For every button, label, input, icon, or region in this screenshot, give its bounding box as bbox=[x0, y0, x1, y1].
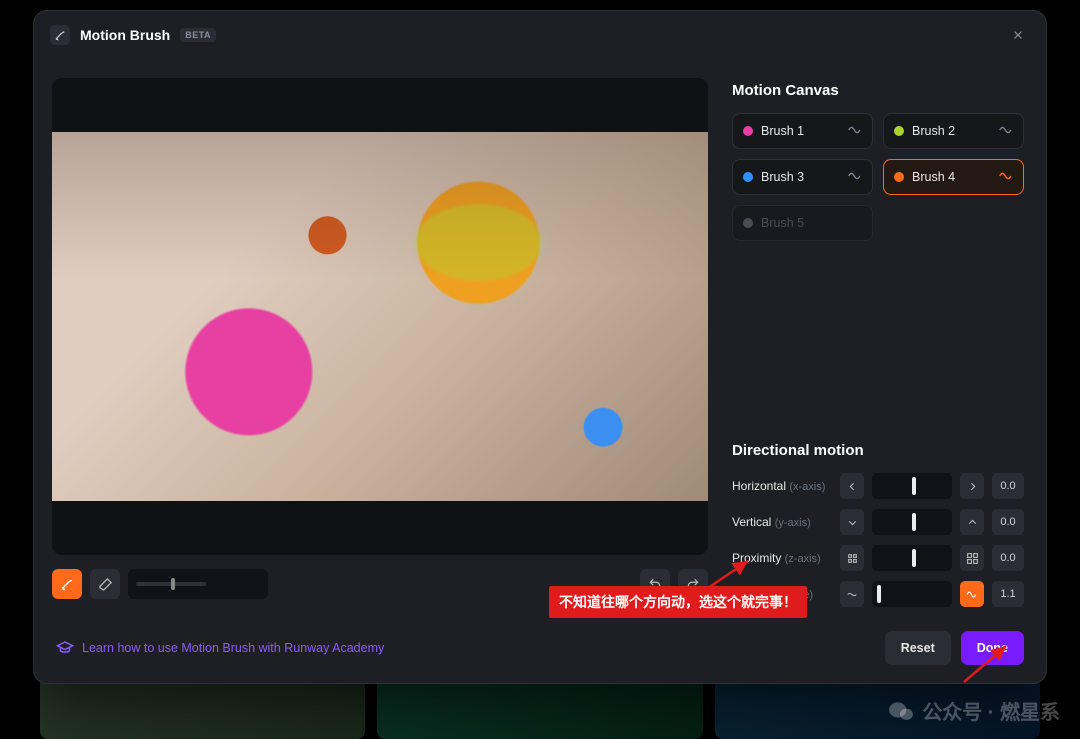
arrow-left-icon[interactable] bbox=[840, 473, 864, 499]
close-button[interactable] bbox=[1006, 23, 1030, 47]
dir-value: 1.1 bbox=[992, 581, 1024, 607]
brush-label: Brush 5 bbox=[761, 216, 804, 230]
dir-row-vertical: Vertical (y-axis) 0.0 bbox=[732, 509, 1024, 535]
wechat-icon bbox=[888, 700, 914, 722]
motion-canvas-title: Motion Canvas bbox=[732, 82, 1024, 99]
watermark-text: 公众号 · 燃星系 bbox=[922, 696, 1060, 725]
arrow-right-icon[interactable] bbox=[960, 473, 984, 499]
annotation-arrow-ambient bbox=[700, 555, 760, 595]
motion-brush-dialog: Motion Brush BETA bbox=[33, 10, 1047, 684]
brush-3-button[interactable]: Brush 3 bbox=[732, 159, 873, 195]
canvas-panel bbox=[34, 60, 726, 617]
watermark: 公众号 · 燃星系 bbox=[888, 696, 1060, 725]
dir-slider[interactable] bbox=[872, 581, 952, 607]
brush-size-slider[interactable] bbox=[128, 569, 268, 599]
dir-value: 0.0 bbox=[992, 545, 1024, 571]
dir-row-horizontal: Horizontal (x-axis) 0.0 bbox=[732, 473, 1024, 499]
annotation-callout: 不知道往哪个方向动，选这个就完事！ bbox=[549, 586, 807, 618]
dir-row-proximity: Proximity (z-axis)0.0 bbox=[732, 545, 1024, 571]
brush-color-dot bbox=[743, 126, 753, 136]
canvas-viewport[interactable] bbox=[52, 78, 708, 555]
side-panel: Motion Canvas Brush 1Brush 2Brush 3Brush… bbox=[726, 60, 1046, 617]
brush-label: Brush 3 bbox=[761, 170, 804, 184]
beta-badge: BETA bbox=[180, 28, 216, 42]
wave-icon bbox=[999, 125, 1013, 138]
brush-color-dot bbox=[894, 172, 904, 182]
brush-label: Brush 2 bbox=[912, 124, 955, 138]
dir-value: 0.0 bbox=[992, 473, 1024, 499]
grid-small-icon[interactable] bbox=[840, 545, 864, 571]
academy-icon bbox=[56, 639, 74, 657]
wave-high-icon[interactable] bbox=[960, 581, 984, 607]
dir-label: Horizontal (x-axis) bbox=[732, 479, 832, 493]
dialog-title: Motion Brush bbox=[80, 27, 170, 43]
dialog-titlebar: Motion Brush BETA bbox=[34, 11, 1046, 60]
arrow-down-icon[interactable] bbox=[840, 509, 864, 535]
reset-button[interactable]: Reset bbox=[885, 631, 951, 665]
brush-color-dot bbox=[894, 126, 904, 136]
directional-title: Directional motion bbox=[732, 442, 1024, 459]
brush-label: Brush 1 bbox=[761, 124, 804, 138]
paint-tool-button[interactable] bbox=[52, 569, 82, 599]
dir-slider[interactable] bbox=[872, 509, 952, 535]
wave-icon bbox=[848, 171, 862, 184]
dir-slider[interactable] bbox=[872, 545, 952, 571]
brush-label: Brush 4 bbox=[912, 170, 955, 184]
brush-4-button[interactable]: Brush 4 bbox=[883, 159, 1024, 195]
brush-color-dot bbox=[743, 218, 753, 228]
wave-icon bbox=[999, 171, 1013, 184]
wave-low-icon[interactable] bbox=[840, 581, 864, 607]
dir-slider[interactable] bbox=[872, 473, 952, 499]
wave-icon bbox=[848, 125, 862, 138]
brush-5-button: Brush 5 bbox=[732, 205, 873, 241]
grid-large-icon[interactable] bbox=[960, 545, 984, 571]
brush-icon bbox=[50, 25, 70, 45]
brush-1-button[interactable]: Brush 1 bbox=[732, 113, 873, 149]
dir-label: Vertical (y-axis) bbox=[732, 515, 832, 529]
dir-value: 0.0 bbox=[992, 509, 1024, 535]
arrow-up-icon[interactable] bbox=[960, 509, 984, 535]
annotation-arrow-done bbox=[958, 640, 1018, 686]
brush-2-button[interactable]: Brush 2 bbox=[883, 113, 1024, 149]
brush-color-dot bbox=[743, 172, 753, 182]
canvas-image[interactable] bbox=[52, 132, 708, 501]
erase-tool-button[interactable] bbox=[90, 569, 120, 599]
dialog-footer: Learn how to use Motion Brush with Runwa… bbox=[34, 617, 1046, 683]
brush-grid: Brush 1 Brush 2 Brush 3 Brush 4 Brush 5 bbox=[732, 113, 1024, 241]
learn-link-text: Learn how to use Motion Brush with Runwa… bbox=[82, 641, 384, 655]
learn-link[interactable]: Learn how to use Motion Brush with Runwa… bbox=[56, 639, 384, 657]
